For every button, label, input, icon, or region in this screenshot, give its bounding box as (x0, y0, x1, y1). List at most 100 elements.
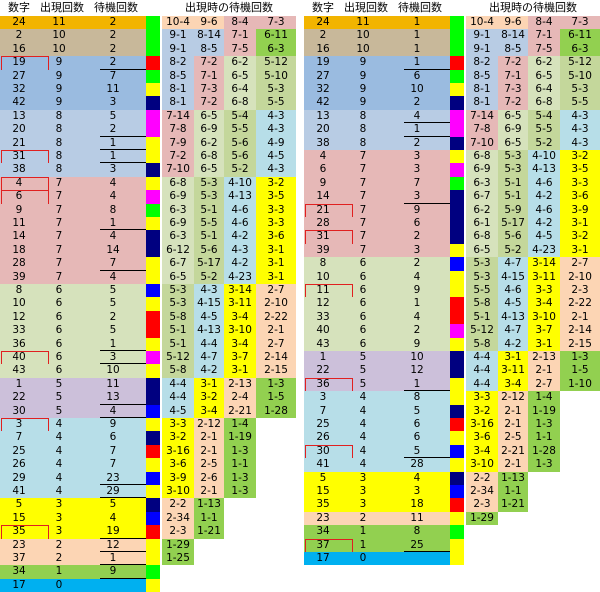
count-cell[interactable]: 4 (38, 431, 80, 444)
history-cell[interactable] (224, 578, 256, 592)
history-cell[interactable]: 3-9 (560, 203, 600, 217)
color-marker[interactable] (450, 284, 464, 298)
history-cell[interactable]: 4-2 (498, 337, 528, 351)
wait-cell[interactable]: 6 (384, 431, 450, 444)
wait-cell[interactable]: 19 (80, 525, 146, 538)
wait-cell[interactable]: 4 (80, 405, 146, 418)
color-marker[interactable] (450, 525, 464, 539)
count-cell[interactable]: 8 (38, 137, 80, 150)
history-cell[interactable]: 1-3 (528, 458, 560, 472)
history-cell[interactable]: 5-1 (498, 190, 528, 204)
number-cell[interactable]: 43 (304, 338, 342, 351)
wait-cell[interactable]: 11 (80, 83, 146, 96)
history-cell[interactable]: 5-3 (560, 83, 600, 97)
color-marker[interactable] (450, 444, 464, 459)
history-cell[interactable]: 1-3 (256, 377, 296, 392)
history-cell[interactable]: 9-1 (162, 42, 194, 57)
history-cell[interactable]: 9-1 (162, 29, 194, 43)
history-cell[interactable]: 6-4 (224, 83, 256, 97)
history-cell[interactable]: 3-14 (528, 257, 560, 271)
number-cell[interactable]: 8 (0, 284, 38, 297)
history-cell[interactable]: 6-5 (528, 69, 560, 83)
count-cell[interactable]: 2 (342, 512, 384, 525)
history-cell[interactable]: 3-3 (466, 391, 498, 405)
history-cell[interactable]: 2-15 (256, 364, 296, 378)
wait-cell[interactable]: 6 (384, 70, 450, 83)
color-marker[interactable] (450, 337, 464, 351)
color-marker[interactable] (146, 150, 160, 164)
wait-cell[interactable]: 3 (80, 96, 146, 109)
number-cell[interactable]: 42 (0, 96, 38, 109)
wait-cell[interactable]: 29 (80, 485, 146, 498)
number-cell[interactable]: 26 (304, 431, 342, 444)
history-cell[interactable]: 8-5 (162, 69, 194, 83)
history-cell[interactable]: 2-1 (194, 444, 224, 459)
number-cell[interactable]: 10 (0, 297, 38, 310)
history-cell[interactable]: 4-3 (560, 123, 600, 137)
count-cell[interactable]: 6 (38, 311, 80, 324)
history-cell[interactable]: 5-5 (256, 96, 296, 110)
history-cell[interactable]: 5-3 (194, 176, 224, 191)
count-cell[interactable]: 6 (342, 297, 384, 310)
count-cell[interactable]: 4 (342, 391, 384, 404)
wait-cell[interactable]: 3 (80, 163, 146, 176)
wait-cell[interactable]: 2 (80, 29, 146, 42)
wait-cell[interactable]: 18 (384, 498, 450, 511)
count-cell[interactable]: 8 (342, 123, 384, 136)
number-cell[interactable]: 15 (304, 485, 342, 498)
number-cell[interactable]: 9 (0, 204, 38, 217)
history-cell[interactable]: 3-6 (256, 230, 296, 244)
history-cell[interactable]: 4-5 (256, 150, 296, 164)
history-cell[interactable]: 6-8 (162, 176, 194, 191)
number-cell[interactable]: 16 (304, 43, 342, 56)
history-cell[interactable]: 6-3 (466, 176, 498, 191)
history-cell[interactable] (194, 565, 224, 579)
color-marker[interactable] (450, 136, 464, 150)
history-cell[interactable]: 6-8 (466, 230, 498, 244)
history-cell[interactable]: 5-6 (194, 243, 224, 258)
wait-cell[interactable]: 4 (80, 177, 146, 190)
history-cell[interactable]: 5-6 (224, 150, 256, 164)
wait-cell[interactable]: 1 (80, 137, 146, 150)
history-cell[interactable]: 5-17 (498, 217, 528, 231)
history-cell[interactable]: 7-9 (162, 136, 194, 150)
history-cell[interactable]: 4-6 (224, 203, 256, 217)
wait-cell[interactable]: 2 (384, 137, 450, 150)
color-marker[interactable] (450, 538, 464, 552)
history-cell[interactable]: 1-4 (224, 418, 256, 432)
count-cell[interactable]: 7 (342, 163, 384, 176)
history-cell[interactable]: 1-4 (528, 391, 560, 405)
history-cell[interactable]: 8-14 (194, 29, 224, 43)
history-cell[interactable]: 4-4 (162, 377, 194, 392)
history-cell[interactable] (256, 458, 296, 472)
color-marker[interactable] (146, 123, 160, 137)
color-marker[interactable] (450, 163, 464, 177)
history-cell[interactable] (560, 471, 600, 485)
number-cell[interactable]: 8 (304, 257, 342, 270)
wait-cell[interactable]: 2 (80, 16, 146, 29)
column-header[interactable]: 出現時の待機回数 (162, 0, 296, 16)
color-marker[interactable] (450, 310, 464, 325)
color-marker[interactable] (146, 270, 160, 284)
history-cell[interactable]: 7-2 (498, 56, 528, 70)
color-marker[interactable] (450, 203, 464, 217)
wait-cell[interactable] (80, 579, 146, 592)
number-cell[interactable]: 6 (304, 163, 342, 176)
wait-cell[interactable]: 4 (384, 472, 450, 485)
history-cell[interactable]: 4-7 (194, 351, 224, 365)
number-cell[interactable]: 1 (304, 351, 342, 364)
history-cell[interactable]: 4-2 (224, 257, 256, 271)
history-cell[interactable]: 2-10 (256, 297, 296, 311)
history-cell[interactable]: 5-1 (466, 310, 498, 325)
color-marker[interactable] (450, 511, 464, 526)
count-cell[interactable]: 10 (38, 43, 80, 56)
history-cell[interactable] (194, 538, 224, 552)
history-cell[interactable]: 4-4 (466, 377, 498, 392)
history-cell[interactable] (560, 511, 600, 526)
history-cell[interactable]: 2-15 (560, 337, 600, 351)
history-cell[interactable]: 6-4 (528, 83, 560, 97)
history-cell[interactable]: 7-2 (194, 96, 224, 110)
history-cell[interactable]: 3-2 (560, 230, 600, 244)
column-header[interactable]: 出現時の待機回数 (466, 0, 600, 16)
number-cell[interactable]: 14 (304, 190, 342, 203)
